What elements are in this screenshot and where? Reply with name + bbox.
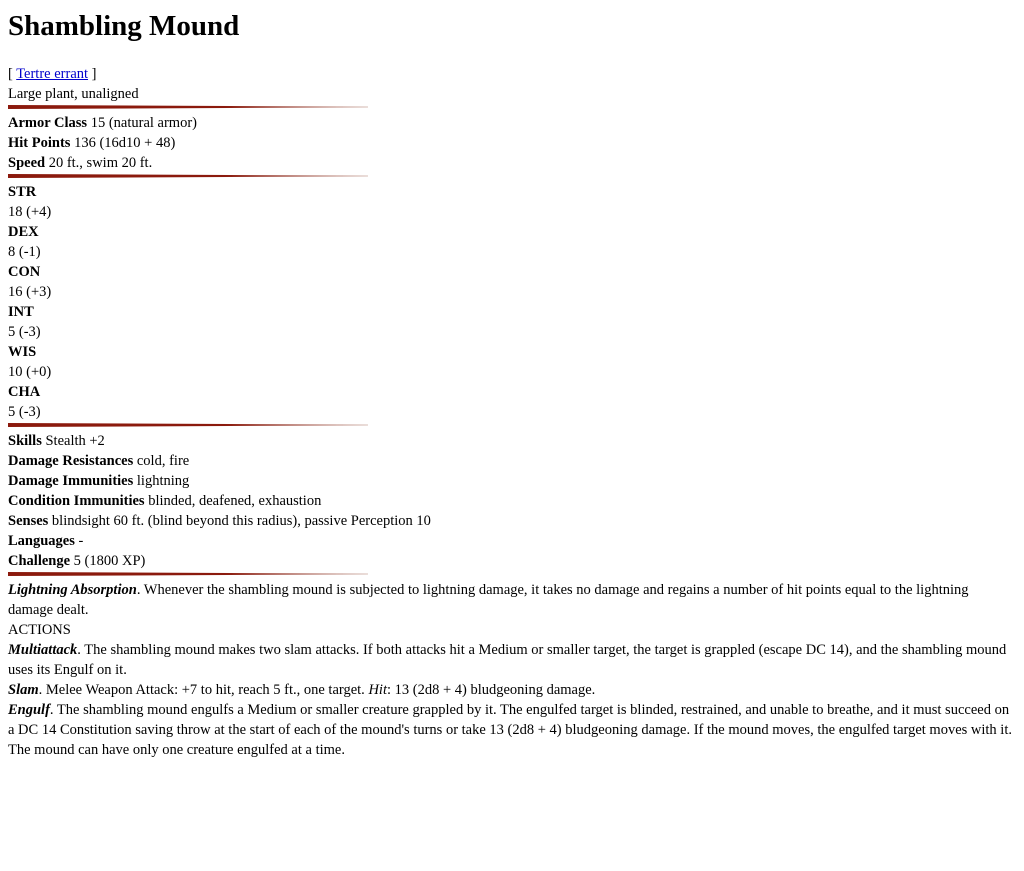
- damage-resistances-line: Damage Resistances cold, fire: [8, 451, 1016, 471]
- section-divider: [8, 423, 368, 427]
- type-line: Large plant, unaligned: [8, 86, 139, 102]
- ability-score: 18 (+4): [8, 204, 52, 220]
- actions-heading: ACTIONS: [8, 622, 71, 638]
- hit-label: Hit: [368, 682, 387, 698]
- bracket-open: [: [8, 66, 17, 82]
- action-name: Engulf: [8, 702, 50, 718]
- stat-block: Shambling Mound [ Tertre errant ] Large …: [0, 9, 1024, 760]
- action-slam: Slam. Melee Weapon Attack: +7 to hit, re…: [8, 680, 1016, 700]
- trait-lightning-absorption: Lightning Absorption. Whenever the shamb…: [8, 580, 1016, 620]
- ability-score: 16 (+3): [8, 284, 52, 300]
- ability-score: 8 (-1): [8, 244, 41, 260]
- condition-immunities-label: Condition Immunities: [8, 493, 145, 509]
- ability-name: CHA: [8, 384, 41, 400]
- page-title: Shambling Mound: [8, 10, 240, 42]
- speed-line: Speed 20 ft., swim 20 ft.: [8, 153, 1016, 173]
- senses-line: Senses blindsight 60 ft. (blind beyond t…: [8, 511, 1016, 531]
- challenge-label: Challenge: [8, 553, 71, 569]
- damage-resistances-label: Damage Resistances: [8, 453, 134, 469]
- alt-name-line: [ Tertre errant ]: [8, 64, 1016, 84]
- alt-name-link[interactable]: Tertre errant: [16, 66, 88, 82]
- challenge-line: Challenge 5 (1800 XP): [8, 551, 1016, 571]
- ability-scores: STR 18 (+4) DEX 8 (-1) CON 16 (+3) INT 5…: [8, 182, 1016, 422]
- ability-name: INT: [8, 304, 34, 320]
- armor-class-label: Armor Class: [8, 115, 88, 131]
- section-divider: [8, 572, 368, 576]
- senses-label: Senses: [8, 513, 49, 529]
- hit-points-line: Hit Points 136 (16d10 + 48): [8, 133, 1016, 153]
- action-engulf: Engulf. The shambling mound engulfs a Me…: [8, 700, 1016, 760]
- ability-score: 10 (+0): [8, 364, 52, 380]
- condition-immunities-value: blinded, deafened, exhaustion: [144, 493, 322, 509]
- hit-points-value: 136 (16d10 + 48): [70, 135, 176, 151]
- ability-score: 5 (-3): [8, 324, 41, 340]
- speed-label: Speed: [8, 155, 46, 171]
- damage-resistances-value: cold, fire: [133, 453, 190, 469]
- ability-name: STR: [8, 184, 37, 200]
- ability-name: DEX: [8, 224, 39, 240]
- action-multiattack: Multiattack. The shambling mound makes t…: [8, 640, 1016, 680]
- armor-class-line: Armor Class 15 (natural armor): [8, 113, 1016, 133]
- section-divider: [8, 174, 368, 178]
- section-divider: [8, 105, 368, 109]
- action-text: . The shambling mound makes two slam att…: [8, 642, 1007, 678]
- condition-immunities-line: Condition Immunities blinded, deafened, …: [8, 491, 1016, 511]
- hit-points-label: Hit Points: [8, 135, 71, 151]
- damage-immunities-value: lightning: [133, 473, 190, 489]
- ability-score: 5 (-3): [8, 404, 41, 420]
- action-name: Multiattack: [8, 642, 78, 658]
- languages-line: Languages -: [8, 531, 1016, 551]
- challenge-value: 5 (1800 XP): [70, 553, 146, 569]
- action-text: . The shambling mound engulfs a Medium o…: [8, 702, 1012, 758]
- action-name: Slam: [8, 682, 39, 698]
- ability-name: CON: [8, 264, 41, 280]
- damage-immunities-line: Damage Immunities lightning: [8, 471, 1016, 491]
- trait-text: . Whenever the shambling mound is subjec…: [8, 582, 969, 618]
- action-text: : 13 (2d8 + 4) bludgeoning damage.: [386, 682, 596, 698]
- trait-name: Lightning Absorption: [8, 582, 137, 598]
- damage-immunities-label: Damage Immunities: [8, 473, 134, 489]
- ability-name: WIS: [8, 344, 37, 360]
- action-text: . Melee Weapon Attack: +7 to hit, reach …: [38, 682, 369, 698]
- speed-value: 20 ft., swim 20 ft.: [45, 155, 153, 171]
- armor-class-value: 15 (natural armor): [87, 115, 197, 131]
- senses-value: blindsight 60 ft. (blind beyond this rad…: [48, 513, 431, 529]
- skills-value: Stealth +2: [41, 433, 105, 449]
- skills-label: Skills: [8, 433, 42, 449]
- languages-label: Languages: [8, 533, 75, 549]
- skills-line: Skills Stealth +2: [8, 431, 1016, 451]
- bracket-close: ]: [88, 66, 97, 82]
- languages-value: -: [74, 533, 84, 549]
